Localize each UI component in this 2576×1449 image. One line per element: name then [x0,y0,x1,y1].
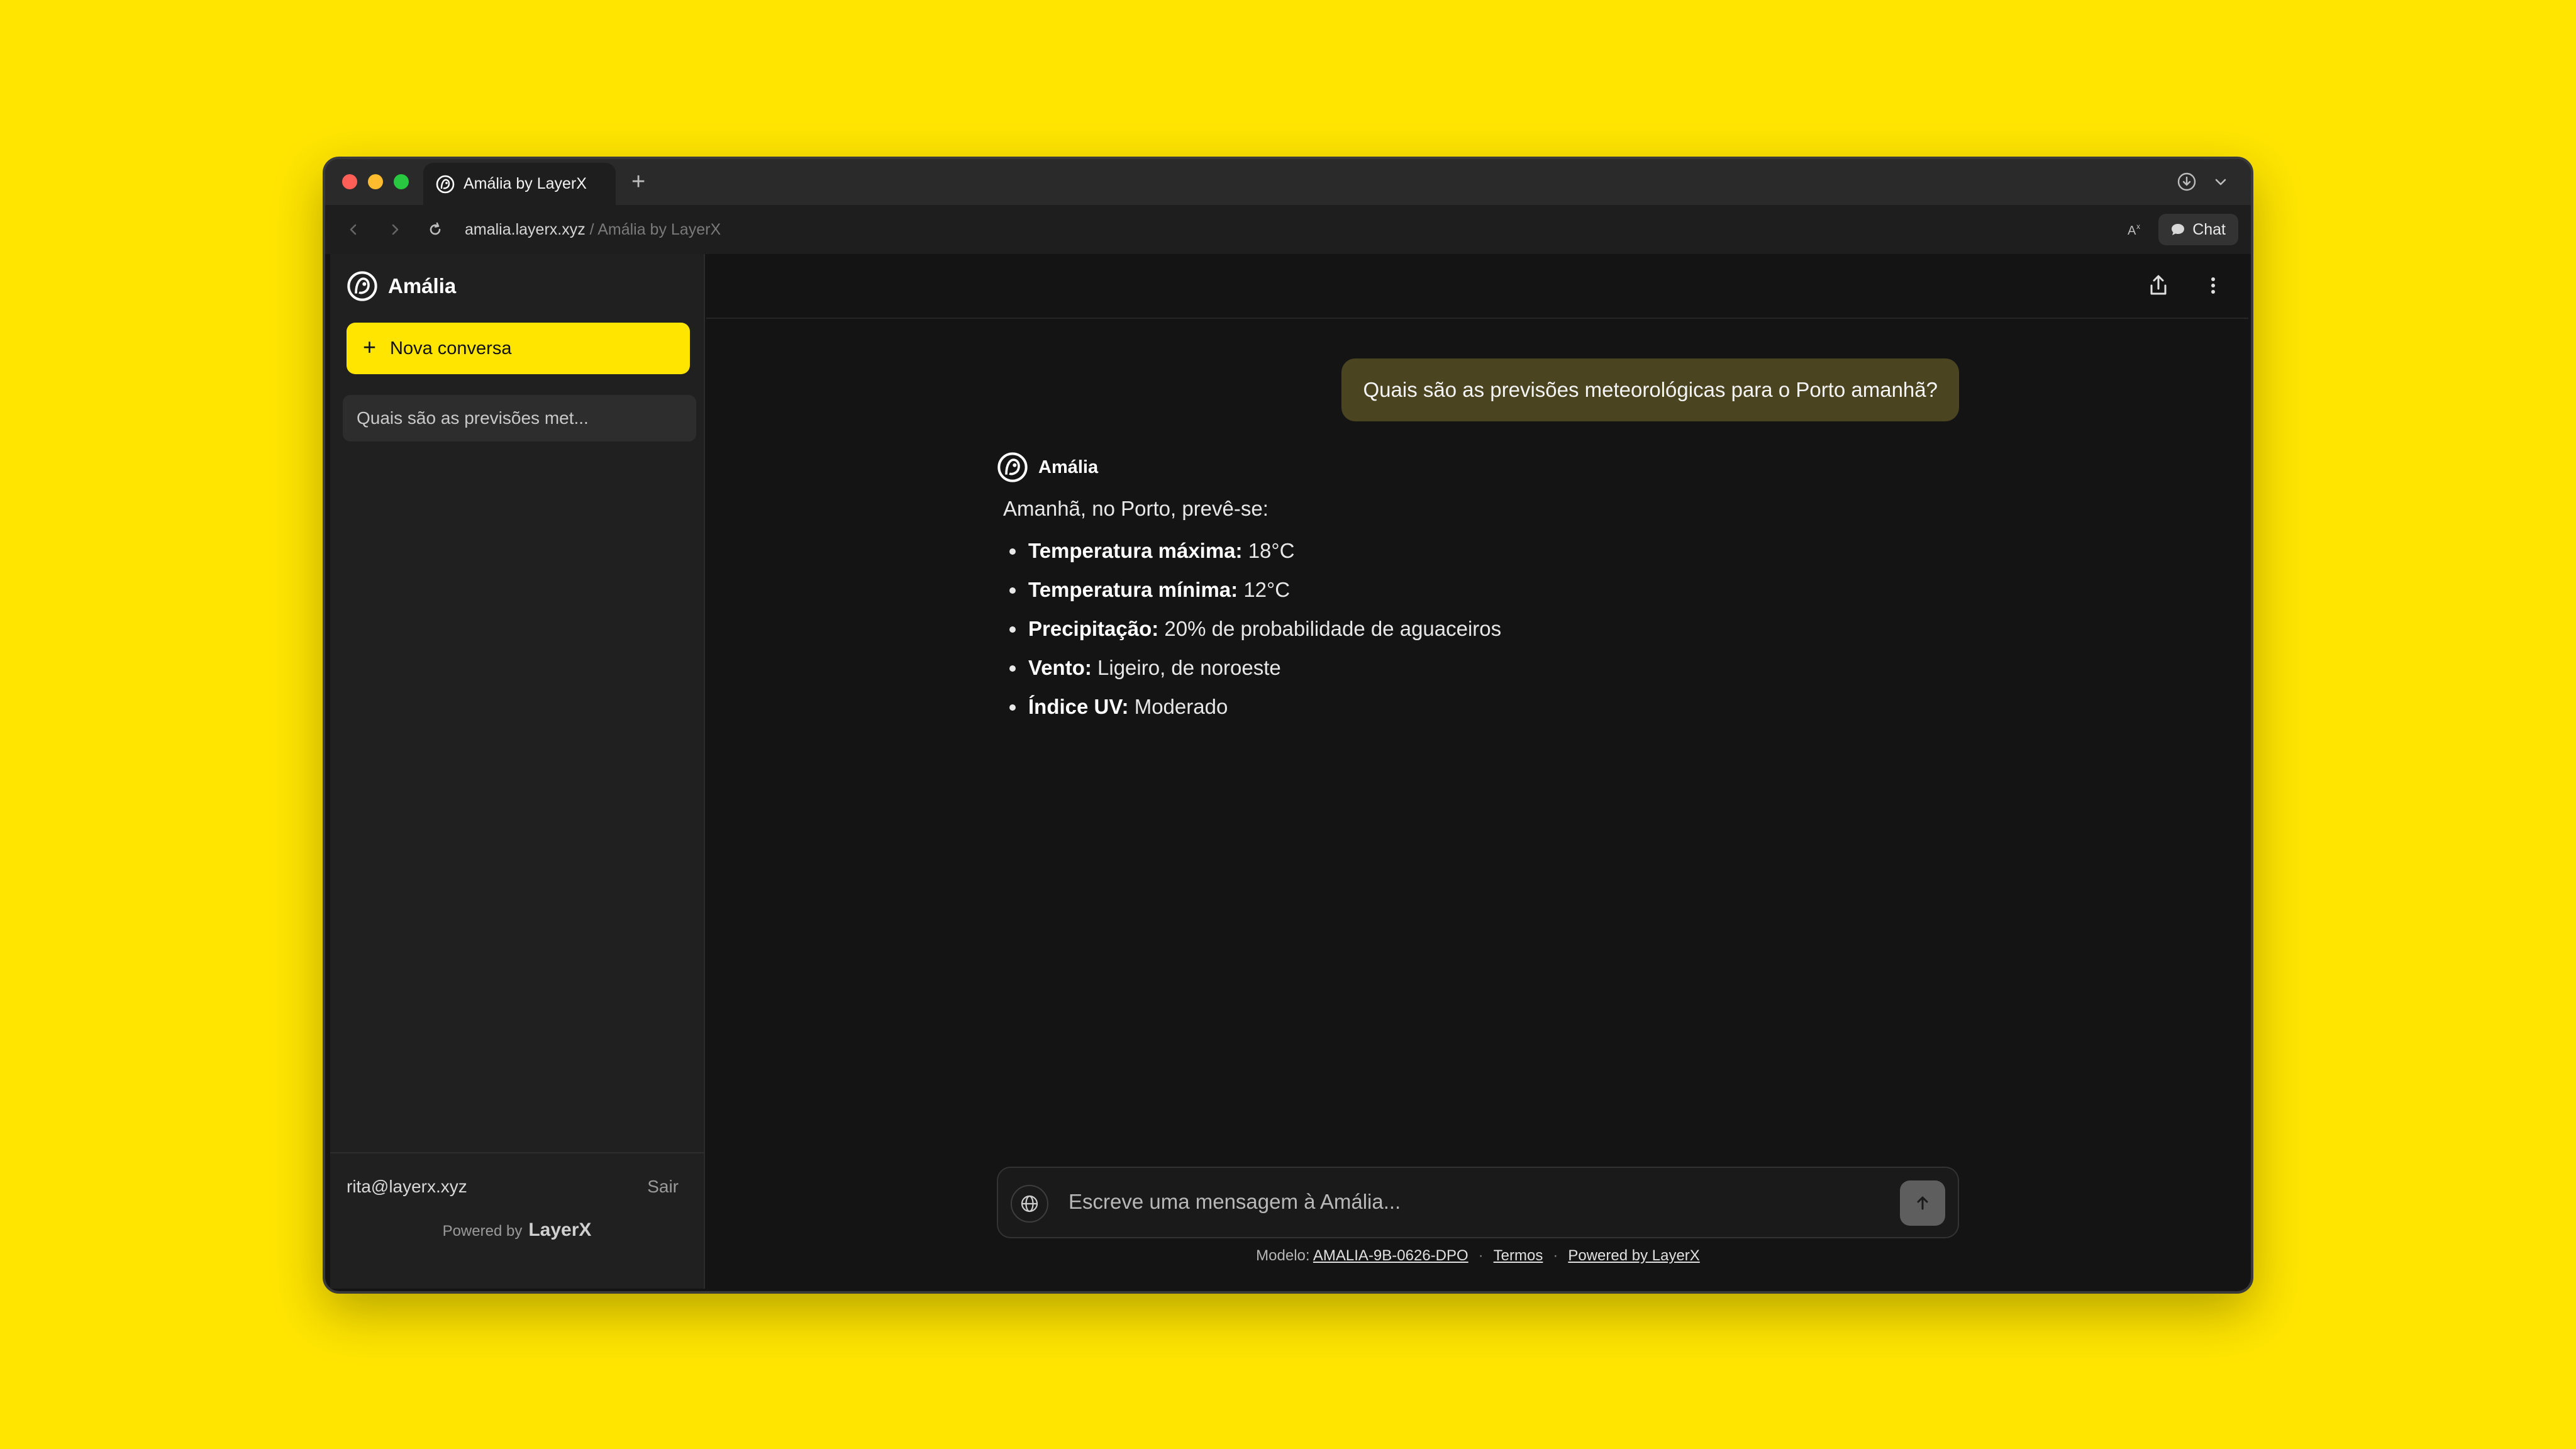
minimize-window-button[interactable] [368,174,383,189]
web-search-toggle[interactable] [1011,1185,1048,1223]
chat-bubble-icon [2170,221,2186,238]
arrow-up-icon [1913,1193,1933,1213]
sidebar: Amália + Nova conversa Quais são as prev… [330,254,705,1289]
forecast-value: Ligeiro, de noroeste [1091,656,1281,679]
list-item: Precipitação: 20% de probabilidade de ag… [1003,616,1940,655]
plus-icon: + [363,334,377,360]
forecast-value: 20% de probabilidade de aguaceiros [1158,617,1502,640]
list-item: Vento: Ligeiro, de noroeste [1003,655,1940,694]
divider [330,1152,704,1153]
chat-button-label: Chat [2192,220,2226,238]
address-bar: amalia.layerx.xyz / Amália by LayerX A x… [325,205,2251,254]
tab-title: Amália by LayerX [464,175,587,192]
logout-button[interactable]: Sair [647,1177,679,1197]
list-item: Temperatura máxima: 18°C [1003,538,1940,577]
message-input[interactable] [1069,1190,1848,1214]
more-vertical-icon[interactable] [2201,273,2226,298]
model-label-text: Modelo: [1256,1247,1310,1264]
forecast-label: Temperatura máxima: [1028,539,1243,562]
translate-icon[interactable]: A x [2125,219,2146,240]
assistant-message: Amália Amanhã, no Porto, prevê-se: Tempe… [997,452,1940,733]
url-path: / Amália by LayerX [585,221,721,238]
user-message: Quais são as previsões meteorológicas pa… [1341,358,1959,421]
powered-label: Powered by [442,1223,523,1240]
separator: · [1553,1247,1558,1264]
history-item[interactable]: Quais são as previsões met... [343,395,696,441]
history-item-label: Quais são as previsões met... [357,408,589,428]
amalia-logo-icon [436,175,455,194]
reload-icon[interactable] [426,220,445,239]
url-host: amalia.layerx.xyz [465,221,586,238]
forecast-label: Índice UV: [1028,695,1129,718]
url-field[interactable]: amalia.layerx.xyz / Amália by LayerX [465,221,721,239]
forecast-label: Precipitação: [1028,617,1159,640]
brand-name: Amália [388,274,457,297]
forecast-value: 18°C [1242,539,1295,562]
model-link[interactable]: AMALIA-9B-0626-DPO [1313,1247,1468,1264]
message-composer [997,1167,1959,1238]
forward-icon[interactable] [386,220,404,239]
amalia-logo-icon [347,270,378,302]
svg-text:A: A [2128,224,2136,238]
model-footer: Modelo: AMALIA-9B-0626-DPO · Termos · Po… [997,1247,1959,1265]
chevron-down-icon[interactable] [2211,172,2231,192]
forecast-label: Temperatura mínima: [1028,578,1238,601]
forecast-value: Moderado [1128,695,1228,718]
maximize-window-button[interactable] [394,174,409,189]
forecast-value: 12°C [1238,578,1291,601]
chat-main: Quais são as previsões meteorológicas pa… [706,254,2248,1289]
user-email: rita@layerx.xyz [347,1177,467,1196]
download-icon[interactable] [2177,172,2197,192]
back-icon[interactable] [344,220,363,239]
terms-link[interactable]: Termos [1494,1247,1543,1265]
new-tab-button[interactable]: + [631,169,645,194]
powered-brand-logo: LayerX [528,1219,592,1240]
globe-icon [1019,1194,1040,1214]
share-icon[interactable] [2146,273,2171,298]
forecast-label: Vento: [1028,656,1092,679]
new-chat-button[interactable]: + Nova conversa [347,323,690,374]
tab-bar: Amália by LayerX + [325,159,2251,205]
list-item: Temperatura mínima: 12°C [1003,577,1940,616]
separator: · [1478,1247,1484,1264]
svg-text:x: x [2136,222,2140,231]
chat-button[interactable]: Chat [2158,214,2238,245]
send-button[interactable] [1900,1180,1945,1226]
assistant-header: Amália [997,452,1940,483]
close-window-button[interactable] [342,174,357,189]
new-chat-label: Nova conversa [390,338,512,358]
model-label: Modelo: AMALIA-9B-0626-DPO [1256,1247,1468,1265]
brand[interactable]: Amália [347,270,456,302]
powered-by: Powered by LayerX [330,1219,704,1241]
assistant-intro: Amanhã, no Porto, prevê-se: [1003,497,1269,520]
chat-header [706,254,2248,319]
list-item: Índice UV: Moderado [1003,694,1940,733]
forecast-list: Temperatura máxima: 18°C Temperatura mín… [1003,538,1940,733]
browser-window: Amália by LayerX + amalia.layerx.xyz / A… [323,157,2253,1294]
powered-by-link[interactable]: Powered by LayerX [1568,1247,1699,1265]
browser-tab-active[interactable]: Amália by LayerX [423,163,616,205]
assistant-name: Amália [1038,457,1099,477]
amalia-logo-icon [997,452,1028,483]
